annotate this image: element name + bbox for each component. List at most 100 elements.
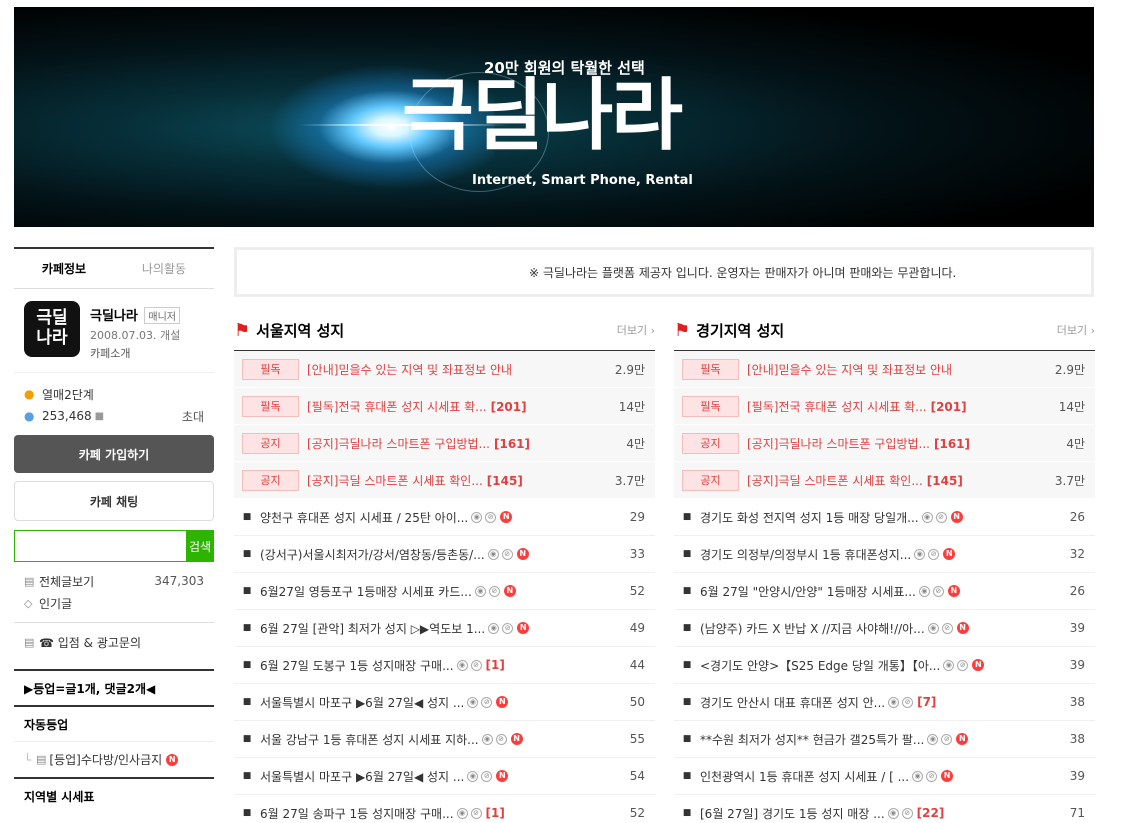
notice-row[interactable]: 공지 [공지]극딜나라 스마트폰 구입방법... [161] 4만 (674, 425, 1095, 462)
search-button[interactable]: 검색 (186, 530, 214, 562)
post-title[interactable]: 서울특별시 마포구 ▶6월 27일◀ 성지 ... ◉ ⊘ N (260, 768, 601, 785)
notice-title[interactable]: [안내]믿을수 있는 지역 및 좌표정보 안내 (747, 361, 1041, 378)
bullet-icon: ■ (682, 623, 692, 633)
more-link[interactable]: 더보기 › (1057, 322, 1095, 338)
notice-row[interactable]: 공지 [공지]극딜 스마트폰 시세표 확인... [145] 3.7만 (234, 462, 655, 499)
menu-auto-level-board[interactable]: └ ▤ [등업]수다방/인사금지 N (14, 741, 214, 777)
more-link[interactable]: 더보기 › (617, 322, 655, 338)
notice-row[interactable]: 필독 [필독]전국 휴대폰 성지 시세표 확... [201] 14만 (234, 388, 655, 425)
menu-region-price-header[interactable]: 지역별 시세표 (14, 777, 214, 813)
cafe-intro-link[interactable]: 카페소개 (90, 345, 180, 361)
notice-title[interactable]: [공지]극딜 스마트폰 시세표 확인... [145] (747, 472, 1041, 489)
post-row[interactable]: ■ 경기도 화성 전지역 성지 1등 매장 당일개... ◉ ⊘ N 26 (674, 499, 1095, 536)
comment-count[interactable]: [161] (934, 437, 970, 451)
notice-tag: 공지 (682, 432, 739, 454)
board-title[interactable]: 서울지역 성지 (256, 320, 344, 341)
post-row[interactable]: ■ (남양주) 카드 X 반납 X //지금 사야해!//아... ◉ ⊘ N 39 (674, 610, 1095, 647)
menu-all-posts[interactable]: ▤ 전체글보기 347,303 (14, 570, 214, 592)
post-title[interactable]: (남양주) 카드 X 반납 X //지금 사야해!//아... ◉ ⊘ N (700, 620, 1041, 637)
post-title[interactable]: 경기도 의정부/의정부시 1등 휴대폰성지... ◉ ⊘ N (700, 546, 1041, 563)
comment-count[interactable]: [7] (917, 695, 936, 709)
post-row[interactable]: ■ 인천광역시 1등 휴대폰 성지 시세표 / [ ... ◉ ⊘ N 39 (674, 758, 1095, 795)
post-title[interactable]: (강서구)서울시최저가/강서/염창동/등촌동/... ◉ ⊘ N (260, 546, 601, 563)
comment-count[interactable]: [1] (486, 806, 505, 820)
lock-icon: ■ (94, 410, 105, 422)
comment-count[interactable]: [145] (927, 474, 963, 488)
post-row[interactable]: ■ (강서구)서울시최저가/강서/염창동/등촌동/... ◉ ⊘ N 33 (234, 536, 655, 573)
post-title[interactable]: 양천구 휴대폰 성지 시세표 / 25탄 아이... ◉ ⊘ N (260, 509, 601, 526)
view-count: 52 (629, 806, 645, 820)
notice-title[interactable]: [공지]극딜 스마트폰 시세표 확인... [145] (307, 472, 601, 489)
post-title[interactable]: 6월 27일 송파구 1등 성지매장 구매... ◉ ⊘ [1] (260, 805, 601, 822)
manager-badge[interactable]: 매니저 (144, 307, 180, 324)
post-row[interactable]: ■ 6월 27일 도봉구 1등 성지매장 구매... ◉ ⊘ [1] 44 (234, 647, 655, 684)
notice-row[interactable]: 공지 [공지]극딜나라 스마트폰 구입방법... [161] 4만 (234, 425, 655, 462)
post-row[interactable]: ■ <경기도 안양>【S25 Edge 당일 개통】【아... ◉ ⊘ N 39 (674, 647, 1095, 684)
post-row[interactable]: ■ **수원 최저가 성지** 현금가 갤25특가 팔... ◉ ⊘ N 38 (674, 721, 1095, 758)
menu-auto-level-header[interactable]: 자동등업 (14, 705, 214, 741)
search-input[interactable] (14, 530, 186, 562)
post-row[interactable]: ■ 서울 강남구 1등 휴대폰 성지 시세표 지하... ◉ ⊘ N 55 (234, 721, 655, 758)
post-row[interactable]: ■ 경기도 의정부/의정부시 1등 휴대폰성지... ◉ ⊘ N 32 (674, 536, 1095, 573)
tab-my-activity[interactable]: 나의활동 (114, 260, 214, 277)
post-title[interactable]: 6월 27일 도봉구 1등 성지매장 구매... ◉ ⊘ [1] (260, 657, 601, 674)
post-title-text: 6월 27일 도봉구 1등 성지매장 구매... (260, 658, 454, 673)
cafe-logo[interactable]: 극딜 나라 (24, 301, 80, 357)
board-title[interactable]: 경기지역 성지 (696, 320, 784, 341)
comment-count[interactable]: [201] (931, 400, 967, 414)
bullet-icon: ■ (682, 771, 692, 781)
comment-count[interactable]: [1] (486, 658, 505, 672)
post-title[interactable]: [6월 27일] 경기도 1등 성지 매장 ... ◉ ⊘ [22] (700, 805, 1041, 822)
menu-popular[interactable]: ◇ 인기글 (14, 592, 214, 614)
post-title[interactable]: **수원 최저가 성지** 현금가 갤25특가 팔... ◉ ⊘ N (700, 731, 1041, 748)
notice-title-text: [필독]전국 휴대폰 성지 시세표 확... (307, 399, 487, 414)
post-row[interactable]: ■ 6월27일 영등포구 1등매장 시세표 카드... ◉ ⊘ N 52 (234, 573, 655, 610)
post-row[interactable]: ■ 서울특별시 마포구 ▶6월 27일◀ 성지 ... ◉ ⊘ N 50 (234, 684, 655, 721)
menu-ad-inquiry[interactable]: ▤ ☎ 입점 & 광고문의 (14, 631, 214, 653)
notice-title[interactable]: [필독]전국 휴대폰 성지 시세표 확... [201] (747, 398, 1041, 415)
post-title[interactable]: 6월 27일 [관악] 최저가 성지 ▷▶역도보 1... ◉ ⊘ N (260, 620, 601, 637)
link-attach-icon: ⊘ (481, 696, 493, 708)
post-title[interactable]: <경기도 안양>【S25 Edge 당일 개통】【아... ◉ ⊘ N (700, 657, 1041, 674)
notice-title[interactable]: [공지]극딜나라 스마트폰 구입방법... [161] (307, 435, 601, 452)
notice-row[interactable]: 필독 [안내]믿을수 있는 지역 및 좌표정보 안내 2.9만 (234, 351, 655, 388)
post-row[interactable]: ■ 경기도 안산시 대표 휴대폰 성지 안... ◉ ⊘ [7] 38 (674, 684, 1095, 721)
post-title-text: 6월 27일 "안양시/안양" 1등매장 시세표... (700, 584, 916, 599)
new-badge-icon: N (943, 548, 956, 560)
post-row[interactable]: ■ 서울특별시 마포구 ▶6월 27일◀ 성지 ... ◉ ⊘ N 54 (234, 758, 655, 795)
cafe-level[interactable]: 열매2단계 (42, 386, 94, 403)
link-attach-icon: ⊘ (501, 548, 513, 560)
notice-title[interactable]: [공지]극딜나라 스마트폰 구입방법... [161] (747, 435, 1041, 452)
bullet-icon: ■ (682, 697, 692, 707)
join-cafe-button[interactable]: 카페 가입하기 (14, 435, 214, 473)
notice-tag: 필독 (682, 395, 739, 417)
menu-promo-header[interactable]: ▶등업=글1개, 댓글2개◀ (14, 669, 214, 705)
post-title[interactable]: 경기도 안산시 대표 휴대폰 성지 안... ◉ ⊘ [7] (700, 694, 1041, 711)
tab-cafe-info[interactable]: 카페정보 (14, 260, 114, 277)
cafe-banner[interactable]: 20만 회원의 탁월한 선택 극딜나라 Internet, Smart Phon… (14, 7, 1094, 227)
notice-row[interactable]: 공지 [공지]극딜 스마트폰 시세표 확인... [145] 3.7만 (674, 462, 1095, 499)
cafe-chat-button[interactable]: 카페 채팅 (14, 481, 214, 521)
post-row[interactable]: ■ 6월 27일 [관악] 최저가 성지 ▷▶역도보 1... ◉ ⊘ N 49 (234, 610, 655, 647)
comment-count[interactable]: [145] (487, 474, 523, 488)
post-title[interactable]: 6월27일 영등포구 1등매장 시세표 카드... ◉ ⊘ N (260, 583, 601, 600)
post-title[interactable]: 경기도 화성 전지역 성지 1등 매장 당일개... ◉ ⊘ N (700, 509, 1041, 526)
notice-tag: 공지 (242, 469, 299, 491)
notice-title[interactable]: [안내]믿을수 있는 지역 및 좌표정보 안내 (307, 361, 601, 378)
notice-row[interactable]: 필독 [필독]전국 휴대폰 성지 시세표 확... [201] 14만 (674, 388, 1095, 425)
notice-title[interactable]: [필독]전국 휴대폰 성지 시세표 확... [201] (307, 398, 601, 415)
post-row[interactable]: ■ 6월 27일 송파구 1등 성지매장 구매... ◉ ⊘ [1] 52 (234, 795, 655, 823)
invite-link[interactable]: 초대 (182, 408, 204, 425)
post-title[interactable]: 서울특별시 마포구 ▶6월 27일◀ 성지 ... ◉ ⊘ N (260, 694, 601, 711)
post-row[interactable]: ■ 양천구 휴대폰 성지 시세표 / 25탄 아이... ◉ ⊘ N 29 (234, 499, 655, 536)
comment-count[interactable]: [22] (917, 806, 945, 820)
post-title[interactable]: 인천광역시 1등 휴대폰 성지 시세표 / [ ... ◉ ⊘ N (700, 768, 1041, 785)
comment-count[interactable]: [161] (494, 437, 530, 451)
post-row[interactable]: ■ [6월 27일] 경기도 1등 성지 매장 ... ◉ ⊘ [22] 71 (674, 795, 1095, 823)
bullet-icon: ■ (682, 512, 692, 522)
notice-row[interactable]: 필독 [안내]믿을수 있는 지역 및 좌표정보 안내 2.9만 (674, 351, 1095, 388)
post-row[interactable]: ■ 6월 27일 "안양시/안양" 1등매장 시세표... ◉ ⊘ N 26 (674, 573, 1095, 610)
post-title[interactable]: 서울 강남구 1등 휴대폰 성지 시세표 지하... ◉ ⊘ N (260, 731, 601, 748)
post-title[interactable]: 6월 27일 "안양시/안양" 1등매장 시세표... ◉ ⊘ N (700, 583, 1041, 600)
comment-count[interactable]: [201] (491, 400, 527, 414)
